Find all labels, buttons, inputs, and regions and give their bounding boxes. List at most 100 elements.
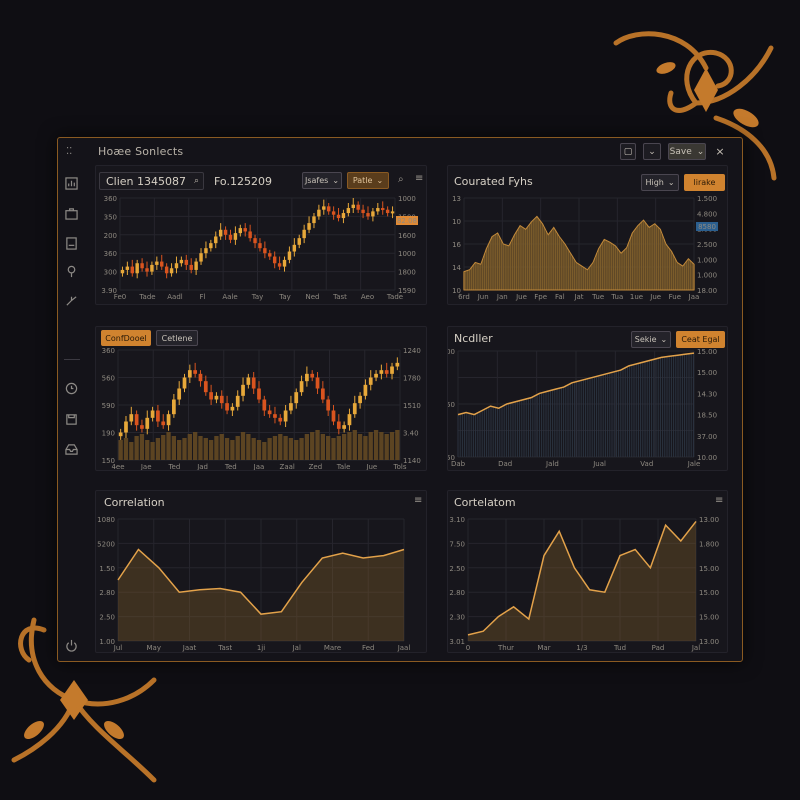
volume-bar [272, 436, 278, 460]
y-tick-label: 150 [102, 457, 115, 465]
share-icon[interactable] [64, 293, 79, 308]
candle-body [223, 229, 228, 235]
y-tick-label: 360 [104, 250, 117, 258]
close-button[interactable]: × [713, 143, 727, 160]
briefcase-icon[interactable] [64, 206, 79, 221]
x-tick-label: Jual [592, 460, 606, 468]
chevron-down-icon: ⌄ [696, 146, 705, 157]
candle-body [287, 251, 292, 260]
volume-bar [389, 432, 395, 460]
x-tick-label: Tade [138, 293, 155, 301]
candle-body [198, 373, 203, 382]
volume-bar [198, 436, 203, 460]
candle-body [214, 395, 219, 400]
candle-body [356, 204, 360, 210]
y-tick-label: 3.40 [403, 430, 419, 438]
candle-body [130, 266, 134, 274]
volume-bar [341, 434, 347, 460]
candlestick-panel: Clien 1345087 ⌕ Fo.125209 Jsafes ⌄ Patle ⌄ … [95, 165, 427, 305]
y-tick-label: 4.800 [697, 210, 717, 218]
dashboard-window: ⁚⁚ Hoæe Sonlects ▢ ⌄ Save ⌄ × Clien 13450… [57, 137, 743, 662]
y-tick-label: 1.000 [697, 272, 717, 280]
volume-bar [192, 432, 198, 460]
y-tick-label: 15.00 [699, 614, 719, 622]
candle-body [302, 229, 306, 239]
x-tick-label: Thur [497, 644, 514, 652]
courated-panel: Courated Fyhs High ⌄ lirake 6rd Jun Jan Jue F… [447, 165, 728, 305]
cortelatom-line-chart: 0 Thur Mar 1/3 Tud Pad Jal3.107.502.502.802.30… [449, 516, 719, 652]
save-disk-icon[interactable] [64, 412, 79, 427]
volume-bar [246, 434, 251, 460]
candle-body [258, 243, 262, 249]
volume-bar [155, 438, 161, 460]
pin-icon[interactable] [64, 264, 79, 279]
candle-body [336, 421, 341, 429]
candle-body [390, 366, 394, 374]
candle-body [174, 263, 179, 269]
y-tick-label: 1510 [403, 402, 421, 410]
y-tick-label: 2.80 [449, 589, 465, 597]
clock-icon[interactable] [64, 381, 79, 396]
grid-menu-icon[interactable]: ⁚⁚ [66, 146, 72, 157]
volume-bar [347, 432, 352, 460]
volume-bar [278, 434, 283, 460]
inbox-icon[interactable] [64, 442, 79, 457]
volume-bar [395, 430, 400, 460]
candle-body [312, 216, 316, 224]
candle-body [336, 214, 341, 219]
y-tick-label: 1600 [398, 232, 416, 240]
y-tick-label: 1.50 [99, 565, 115, 573]
save-button[interactable]: Save ⌄ [668, 143, 706, 160]
power-icon[interactable] [64, 638, 79, 653]
x-tick-label: Mare [324, 644, 341, 652]
candle-body [346, 208, 351, 214]
x-tick-label: Zed [309, 463, 323, 471]
volume-bar [267, 438, 272, 460]
x-tick-label: Jue [649, 293, 661, 301]
y-tick-label: 3.01 [449, 638, 465, 646]
volume-bar [310, 432, 315, 460]
x-tick-label: Mar [537, 644, 550, 652]
price-tag-label: 8580 [698, 223, 716, 231]
window-dropdown-button[interactable]: ⌄ [643, 143, 661, 160]
volume-bar [256, 440, 262, 460]
x-tick-label: Tay [278, 293, 291, 301]
x-tick-label: Jae [140, 463, 152, 471]
document-icon[interactable] [64, 236, 79, 251]
close-icon: × [715, 145, 725, 158]
title-bar: ⁚⁚ Hoæe Sonlects ▢ ⌄ Save ⌄ × [58, 138, 742, 166]
x-tick-label: Tast [332, 293, 347, 301]
candle-body [145, 268, 149, 272]
x-tick-label: Zaal [280, 463, 295, 471]
candle-body [315, 377, 320, 389]
volume-bar [357, 434, 363, 460]
y-tick-label: 5200 [97, 540, 115, 548]
candle-body [381, 208, 385, 211]
volume-bar [123, 438, 129, 460]
y-tick-label: 1.500 [697, 195, 717, 203]
candle-body [140, 425, 144, 429]
chart-icon[interactable] [64, 176, 79, 191]
candle-body [342, 425, 346, 429]
candle-body [199, 253, 203, 262]
volume-bar [208, 440, 214, 460]
volume-bar [363, 436, 368, 460]
candle-body [233, 233, 238, 240]
candle-body [390, 211, 395, 214]
price-tag-label: 82.08 [397, 217, 417, 225]
y-tick-label: 14 [452, 264, 461, 272]
candle-body [347, 414, 352, 426]
y-tick-label: 3.90 [101, 287, 117, 295]
volume-bar [240, 432, 246, 460]
candle-body [238, 228, 243, 234]
candle-body [246, 377, 251, 385]
candle-body [241, 384, 245, 396]
volume-bar [320, 434, 326, 460]
candle-body [161, 421, 166, 426]
y-tick-label: 1590 [398, 287, 416, 295]
x-tick-label: Jun [477, 293, 489, 301]
volume-bar [177, 440, 182, 460]
window-square-button[interactable]: ▢ [620, 143, 636, 160]
candle-body [273, 414, 277, 418]
candle-body [251, 377, 256, 389]
